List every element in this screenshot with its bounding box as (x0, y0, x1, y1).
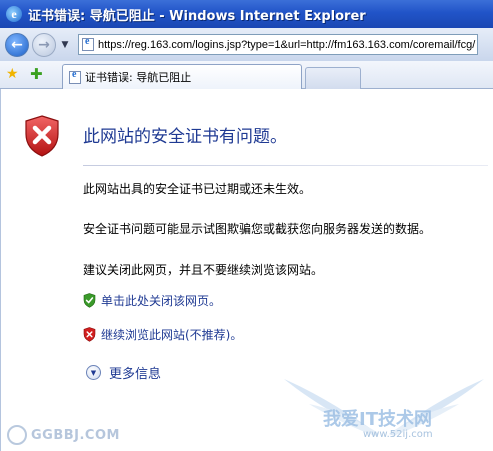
watermark-left: GGBBJ.COM (7, 425, 120, 445)
red-shield-x-icon (25, 115, 59, 157)
new-tab-button[interactable] (305, 67, 361, 89)
divider (83, 165, 488, 166)
page-title: 此网站的安全证书有问题。 (83, 127, 287, 147)
title-bar: e 证书错误: 导航已阻止 - Windows Internet Explore… (0, 0, 493, 28)
favorites-star-icon[interactable]: ★ (6, 66, 19, 82)
chevron-down-circle-icon: ▼ (86, 365, 101, 380)
tab-favicon-icon (69, 69, 81, 84)
continue-website-link[interactable]: 继续浏览此网站(不推荐)。 (101, 326, 242, 343)
page-content: 此网站的安全证书有问题。 此网站出具的安全证书已过期或还未生效。 安全证书问题可… (0, 89, 493, 451)
history-dropdown-icon[interactable]: ▼ (60, 40, 70, 50)
more-info-toggle[interactable]: ▼ 更多信息 (86, 363, 161, 382)
certificate-expired-text: 此网站出具的安全证书已过期或还未生效。 (83, 182, 312, 196)
continue-website-action[interactable]: 继续浏览此网站(不推荐)。 (83, 326, 242, 343)
back-arrow-icon: ← (11, 36, 23, 53)
watermark-right-url: www.52ij.com (363, 429, 433, 440)
add-favorites-icon[interactable]: ✚ (30, 65, 43, 83)
close-page-link[interactable]: 单击此处关闭该网页。 (101, 292, 221, 309)
address-bar[interactable]: https://reg.163.com/logins.jsp?type=1&ur… (78, 34, 478, 55)
tab-bar: ★ ✚ 证书错误: 导航已阻止 (0, 61, 493, 89)
recommendation-text: 建议关闭此网页，并且不要继续浏览该网站。 (83, 263, 324, 277)
certificate-risk-text: 安全证书问题可能显示试图欺骗您或截获您向服务器发送的数据。 (83, 222, 432, 236)
ie-logo-icon: e (6, 6, 22, 22)
window-title: 证书错误: 导航已阻止 - Windows Internet Explorer (28, 8, 366, 24)
watermark-left-text: GGBBJ.COM (31, 427, 120, 443)
tab-label: 证书错误: 导航已阻止 (85, 71, 192, 84)
back-button[interactable]: ← (5, 32, 29, 57)
page-favicon-icon (82, 36, 94, 51)
red-shield-x-icon (83, 327, 96, 342)
close-page-action[interactable]: 单击此处关闭该网页。 (83, 292, 221, 309)
watermark-right-text: 我爱IT技术网 (323, 409, 432, 430)
more-info-label: 更多信息 (109, 367, 162, 382)
tab-certificate-error[interactable]: 证书错误: 导航已阻止 (62, 64, 302, 89)
watermark-globe-icon (7, 425, 27, 445)
green-shield-check-icon (83, 293, 96, 308)
forward-button[interactable]: → (32, 32, 56, 57)
address-url[interactable]: https://reg.163.com/logins.jsp?type=1&ur… (98, 39, 475, 51)
navigation-bar: ← → ▼ https://reg.163.com/logins.jsp?typ… (0, 28, 493, 61)
forward-arrow-icon: → (38, 36, 50, 53)
